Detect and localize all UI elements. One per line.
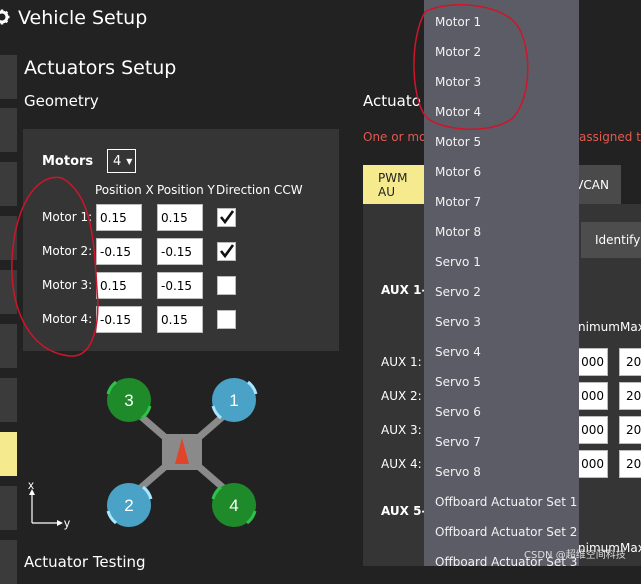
column-header-direction-ccw: Direction CCW <box>216 183 303 197</box>
dropdown-option-offboard-actuator-set-2[interactable]: Offboard Actuator Set 2 <box>435 525 577 539</box>
aux-2-label: AUX 2: <box>381 389 422 403</box>
geometry-heading: Geometry <box>24 92 99 110</box>
aux-4-min-input[interactable]: 000 <box>576 450 608 478</box>
motor-3-ccw-checkbox[interactable] <box>217 276 236 295</box>
warning-text-right: assigned to <box>579 130 641 144</box>
sidebar-tab-1[interactable] <box>0 55 17 99</box>
dropdown-option-motor-5[interactable]: Motor 5 <box>435 135 481 149</box>
motor-1-position-y-input[interactable]: 0.15 <box>157 204 203 231</box>
dropdown-option-motor-7[interactable]: Motor 7 <box>435 195 481 209</box>
aux-1-min-input[interactable]: 000 <box>576 348 608 376</box>
aux-4-max-input[interactable]: 200 <box>619 450 641 478</box>
motor-3-number: 3 <box>124 391 133 410</box>
aux-3-max-input[interactable]: 200 <box>619 416 641 444</box>
motor-4-ccw-checkbox[interactable] <box>217 310 236 329</box>
motor-2-position-y-input[interactable]: -0.15 <box>157 238 203 265</box>
motor-2-number: 2 <box>124 496 133 515</box>
motor-2-ccw-checkbox[interactable] <box>217 242 236 261</box>
aux-1-max-input[interactable]: 200 <box>619 348 641 376</box>
motor-count-value: 4 <box>113 153 122 169</box>
dropdown-option-servo-5[interactable]: Servo 5 <box>435 375 481 389</box>
aux-4-label: AUX 4: <box>381 457 422 471</box>
gear-icon <box>0 9 10 25</box>
motor-4-position-y-input[interactable]: 0.15 <box>157 306 203 333</box>
quadcopter-diagram: 3 1 2 4 x y <box>28 378 258 530</box>
sidebar-tab-actuators[interactable] <box>0 432 17 476</box>
dropdown-option-motor-8[interactable]: Motor 8 <box>435 225 481 239</box>
aux-3-label: AUX 3: <box>381 423 422 437</box>
identify-button[interactable]: Identify <box>581 222 641 258</box>
column-header-position-y: Position Y <box>157 183 215 197</box>
annotation-circle-dropdown <box>413 4 529 130</box>
dropdown-option-motor-6[interactable]: Motor 6 <box>435 165 481 179</box>
dropdown-option-servo-6[interactable]: Servo 6 <box>435 405 481 419</box>
sidebar-tab-9[interactable] <box>0 486 17 530</box>
aux-2-max-input[interactable]: 200 <box>619 382 641 410</box>
motor-1-number: 1 <box>229 391 238 410</box>
axis-x-label: x <box>28 478 34 492</box>
checkmark-icon <box>219 244 235 259</box>
sidebar-tab-7[interactable] <box>0 378 17 422</box>
dropdown-option-servo-1[interactable]: Servo 1 <box>435 255 481 269</box>
checkmark-icon <box>219 210 235 225</box>
aux-1-label: AUX 1: <box>381 355 422 369</box>
maximum-column-header: Max <box>620 320 641 334</box>
watermark: CSDN @超维空间科技 <box>524 550 626 561</box>
tab-pwm-aux[interactable]: PWM AU <box>363 165 425 204</box>
dropdown-option-servo-3[interactable]: Servo 3 <box>435 315 481 329</box>
motors-label: Motors <box>42 154 94 169</box>
actuator-testing-heading: Actuator Testing <box>24 553 146 571</box>
window-title: Vehicle Setup <box>18 7 148 29</box>
motor-4-number: 4 <box>229 496 238 515</box>
dropdown-option-servo-7[interactable]: Servo 7 <box>435 435 481 449</box>
motor-3-position-y-input[interactable]: -0.15 <box>157 272 203 299</box>
dropdown-option-offboard-actuator-set-1[interactable]: Offboard Actuator Set 1 <box>435 495 577 509</box>
minimum-column-header: nimum <box>578 320 620 334</box>
sidebar-tab-10[interactable] <box>0 540 17 584</box>
aux-3-min-input[interactable]: 000 <box>576 416 608 444</box>
axis-y-label: y <box>64 516 70 530</box>
aux-2-min-input[interactable]: 000 <box>576 382 608 410</box>
page-title: Actuators Setup <box>24 57 177 79</box>
dropdown-option-servo-4[interactable]: Servo 4 <box>435 345 481 359</box>
chevron-down-icon: ▼ <box>126 156 133 166</box>
annotation-circle-left <box>11 176 99 357</box>
dropdown-option-servo-8[interactable]: Servo 8 <box>435 465 481 479</box>
sidebar-tab-2[interactable] <box>0 108 17 152</box>
motor-1-ccw-checkbox[interactable] <box>217 208 236 227</box>
dropdown-option-servo-2[interactable]: Servo 2 <box>435 285 481 299</box>
